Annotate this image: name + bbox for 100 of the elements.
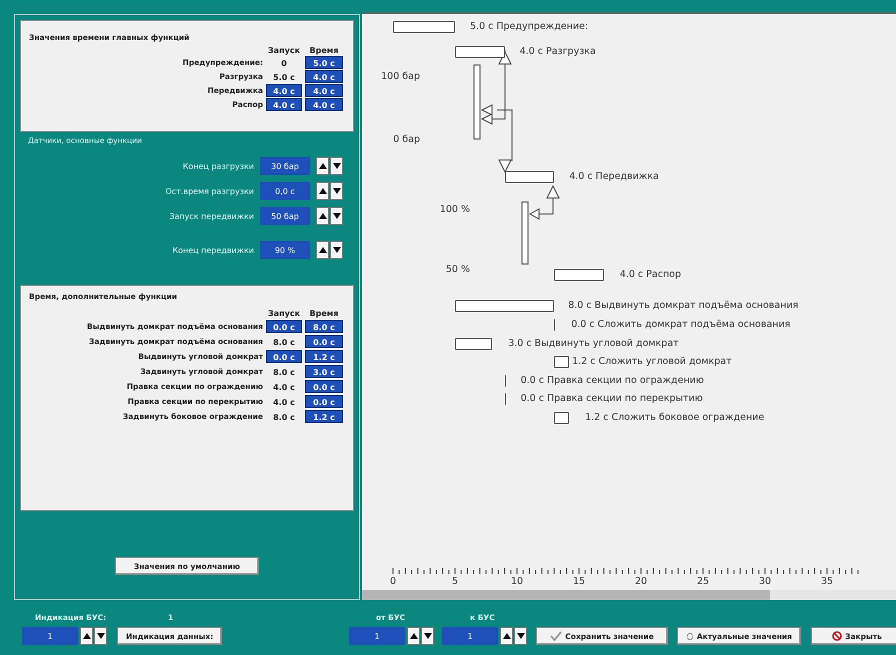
column-header: Время: [308, 309, 340, 318]
decrement-button[interactable]: [94, 627, 107, 645]
time-field[interactable]: 4.0 с: [305, 98, 343, 111]
axis-label: 25: [696, 576, 710, 587]
check-icon: [550, 631, 562, 641]
gauge-max-label: 100 %: [438, 204, 470, 215]
gauge-max-label: 100 бар: [380, 71, 420, 82]
start-field[interactable]: 0.0 с: [266, 350, 302, 363]
time-field[interactable]: 0.0 с: [305, 335, 343, 348]
bus-field[interactable]: 1: [22, 627, 78, 645]
increment-button[interactable]: [316, 241, 329, 259]
axis-label: 5: [452, 576, 458, 587]
axis-label: 30: [758, 576, 772, 587]
time-field[interactable]: 5.0 с: [305, 56, 343, 69]
timeline-bar: [554, 412, 570, 424]
down-arrow-icon: [332, 213, 340, 219]
refresh-icon: [686, 630, 694, 642]
up-arrow-icon: [318, 247, 326, 253]
timeline-bar: [504, 393, 506, 405]
timeline-label: 8.0 с Выдвинуть домкрат подъёма основания: [568, 300, 798, 312]
decrement-button[interactable]: [330, 207, 343, 225]
timeline-bar: [393, 21, 455, 33]
start-value: 4.0 с: [272, 382, 296, 393]
sensor-label: Запуск передвижки: [169, 212, 254, 220]
sensor-label: Конец передвижки: [172, 246, 254, 254]
timeline-label: 4.0 с Передвижка: [569, 171, 659, 183]
up-arrow-icon: [502, 633, 510, 639]
start-value: 8.0 с: [272, 337, 296, 348]
timeline-label: 4.0 с Распор: [620, 269, 681, 281]
time-field[interactable]: 4.0 с: [305, 84, 343, 97]
axis-label: 10: [510, 576, 524, 587]
sensor-field[interactable]: 0,0 с: [260, 182, 310, 200]
decrement-button[interactable]: [330, 157, 343, 175]
down-arrow-icon: [96, 633, 104, 639]
timeline-label: 3.0 с Выдвинуть угловой домкрат: [508, 338, 679, 350]
increment-button[interactable]: [316, 207, 329, 225]
time-field[interactable]: 0.0 с: [305, 380, 343, 393]
decrement-button[interactable]: [330, 182, 343, 200]
timeline-label: 0.0 с Правка секции по перекрытию: [520, 393, 703, 405]
start-value: 8.0 с: [272, 367, 296, 378]
time-field[interactable]: 0.0 с: [305, 395, 343, 408]
timeline-bar: [554, 356, 570, 368]
start-value: 4.0 с: [272, 397, 296, 408]
time-field[interactable]: 8.0 с: [305, 320, 343, 333]
start-field[interactable]: 4.0 с: [266, 84, 302, 97]
timeline-label: 0.0 с Сложить домкрат подъёма основания: [571, 319, 790, 331]
no-entry-icon: [832, 631, 842, 641]
timeline-label: 1.2 с Сложить боковое ограждение: [585, 412, 764, 424]
sensor-field[interactable]: 30 бар: [260, 157, 310, 175]
increment-button[interactable]: [500, 627, 513, 645]
timeline-label: 5.0 с Предупреждение:: [470, 21, 588, 33]
up-arrow-icon: [318, 163, 326, 169]
scrollbar-thumb[interactable]: [362, 590, 770, 600]
time-field[interactable]: 1.2 с: [305, 350, 343, 363]
start-value: 8.0 с: [272, 412, 296, 423]
axis-label: 20: [634, 576, 648, 587]
time-field[interactable]: 4.0 с: [305, 70, 343, 83]
up-arrow-icon: [82, 633, 90, 639]
decrement-button[interactable]: [421, 627, 434, 645]
gauge-min-label: 0 бар: [392, 134, 420, 145]
start-value: 5.0 с: [272, 72, 296, 83]
timeline-bar: [554, 269, 604, 281]
start-field[interactable]: 0.0 с: [266, 320, 302, 333]
horizontal-scrollbar[interactable]: [362, 590, 896, 600]
sensor-label: Ост.время разгрузки: [165, 186, 254, 196]
increment-button[interactable]: [316, 157, 329, 175]
down-arrow-icon: [424, 633, 432, 639]
timeline-bar: [554, 319, 556, 331]
start-field[interactable]: 4.0 с: [266, 98, 302, 111]
column-header: Запуск: [267, 46, 301, 55]
column-header: Запуск: [267, 309, 301, 318]
up-arrow-icon: [318, 188, 326, 194]
increment-button[interactable]: [80, 627, 93, 645]
timeline-label: 0.0 с Правка секции по ограждению: [520, 375, 704, 387]
timeline-label: 1.2 с Сложить угловой домкрат: [572, 356, 732, 368]
down-arrow-icon: [516, 633, 524, 639]
column-header: Время: [308, 46, 340, 55]
up-arrow-icon: [410, 633, 418, 639]
timeline-bar: [455, 338, 492, 350]
increment-button[interactable]: [316, 182, 329, 200]
sensor-field[interactable]: 50 бар: [260, 207, 310, 225]
time-field[interactable]: 1.2 с: [305, 410, 343, 423]
axis-label: 15: [572, 576, 586, 587]
time-field[interactable]: 3.0 с: [305, 365, 343, 378]
gauge-min-label: 50 %: [444, 264, 470, 275]
decrement-button[interactable]: [514, 627, 527, 645]
up-arrow-icon: [318, 213, 326, 219]
from-bus-field[interactable]: 1: [349, 627, 405, 645]
down-arrow-icon: [332, 247, 340, 253]
sensor-label: Конец разгрузки: [182, 162, 254, 170]
axis-label: 0: [390, 576, 396, 587]
increment-button[interactable]: [407, 627, 420, 645]
decrement-button[interactable]: [330, 241, 343, 259]
timeline-label: 4.0 с Разгрузка: [520, 46, 596, 58]
down-arrow-icon: [332, 163, 340, 169]
sensor-field[interactable]: 90 %: [260, 241, 310, 259]
axis-label: 35: [820, 576, 834, 587]
down-arrow-icon: [332, 188, 340, 194]
timeline-bar: [504, 375, 506, 387]
to-bus-field[interactable]: 1: [442, 627, 498, 645]
